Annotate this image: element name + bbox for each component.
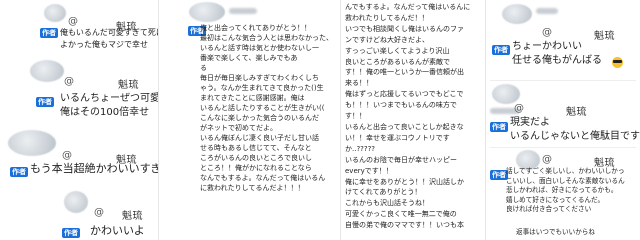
screenshot-panel-1: @ 魁琉 作者 俺もいるんだ可愛すぎて死にそう よかった俺もマジで幸せ @ 魁琉…: [0, 0, 158, 240]
reply-text: もう本当超絶かわいいすぎ: [30, 162, 158, 175]
avatar-icon: [189, 2, 225, 22]
reply-text: 返事はいつでもいいからね: [516, 228, 595, 236]
reply-text: かわいいよ: [90, 224, 145, 237]
blurred-name: [229, 8, 257, 14]
reply-text: 話してすごく楽しいし、かわいいしかっ こいいし、面白いしそんな素敵ないるん 悲し…: [506, 167, 625, 214]
sunglasses-emoji-icon: [612, 57, 623, 68]
author-badge: 作者: [40, 28, 58, 38]
screenshot-panel-2: 作者 俺と出会ってくれてありがとう！！ 最初はこんな気合う人とは思わなかった、 …: [159, 0, 340, 240]
long-message-text: んでもするよ。なんだって俺はいるんに 救われたりしてるんだ！！ いつでも相談聞く…: [345, 3, 471, 230]
avatar-icon: [44, 4, 66, 22]
at-sign: @: [94, 207, 104, 218]
screenshot-panel-3: んでもするよ。なんだって俺はいるんに 救われたりしてるんだ！！ いつでも相談聞く…: [341, 0, 485, 240]
author-badge: 作者: [492, 45, 510, 55]
at-sign: @: [542, 27, 552, 38]
screenshot-panel-4: @ 魁琉 作者 ちょーかわいい 任せる俺もがんばる @ 魁琉 作者 現実だよ い…: [486, 0, 640, 240]
divider: [490, 80, 636, 81]
at-sign: @: [64, 76, 74, 87]
divider: [490, 147, 636, 148]
avatar-icon: [502, 4, 532, 24]
username: 魁琉: [122, 211, 143, 222]
avatar-icon: [30, 60, 64, 82]
at-sign: @: [62, 150, 72, 161]
reply-text: いるんちょーぜつ可愛いよ？ 俺はその100倍幸せ: [60, 93, 158, 118]
long-message-text: 俺と出会ってくれてありがとう！！ 最初はこんな気合う人とは思わなかった、 いるん…: [200, 24, 333, 192]
at-sign: @: [542, 154, 552, 165]
reply-text: ちょーかわいい 任せる俺もがんばる: [512, 41, 602, 66]
avatar-icon: [64, 191, 88, 213]
reply-text: 俺もいるんだ可愛すぎて死にそう よかった俺もマジで幸せ: [60, 28, 158, 49]
author-badge: 作者: [62, 228, 80, 238]
author-badge: 作者: [490, 122, 508, 132]
avatar-icon: [8, 130, 56, 156]
blurred-name: [536, 8, 558, 14]
avatar-icon: [492, 84, 520, 104]
at-sign: @: [514, 103, 524, 114]
author-badge: 作者: [10, 167, 28, 177]
at-sign: @: [68, 16, 78, 27]
reply-text: 現実だよ いるんじゃないと俺駄目です: [510, 117, 640, 142]
author-badge: 作者: [36, 97, 54, 107]
username: 魁琉: [118, 80, 139, 91]
